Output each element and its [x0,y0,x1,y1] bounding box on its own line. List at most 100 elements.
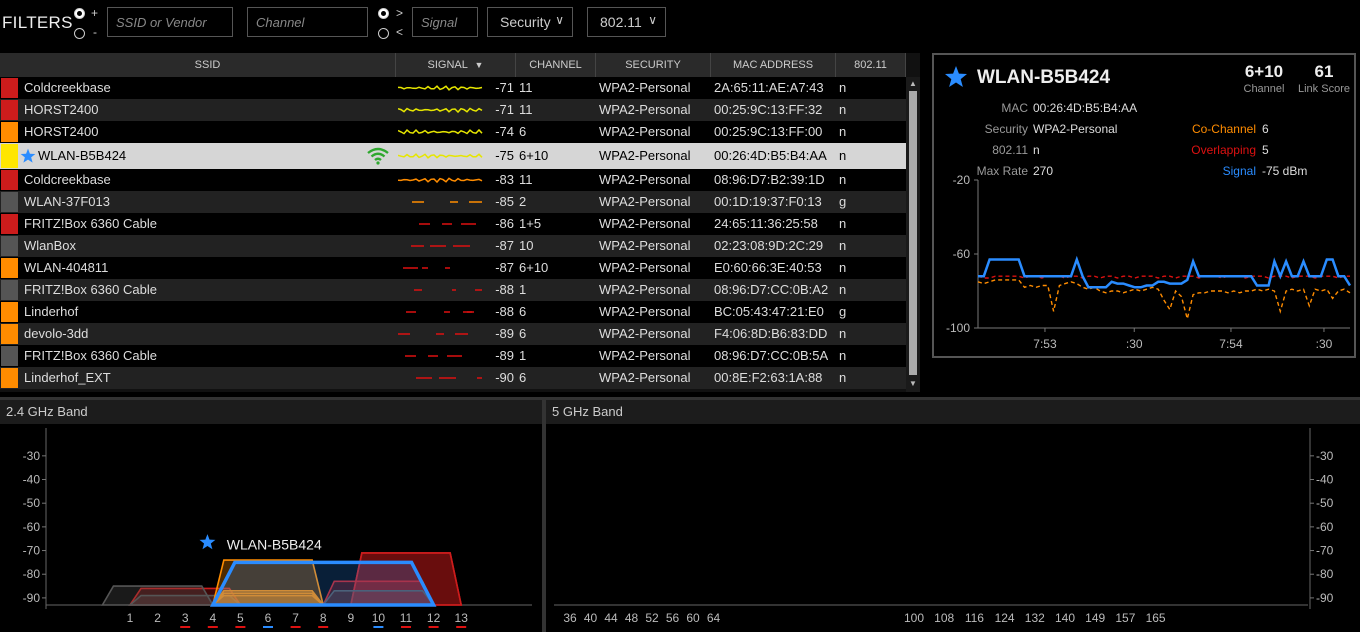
channel-tick-label: 124 [995,611,1015,625]
table-row[interactable]: WlanBox -87 10 WPA2-Personal 02:23:08:9D:2C:… [0,235,906,257]
mode-select-label: 802.11 [600,14,642,30]
mode-select[interactable]: 802.11 ∨ [587,7,666,37]
table-row[interactable]: devolo-3dd -89 6 WPA2-Personal F4:06:8D:B6:8… [0,323,906,345]
cell-channel: 10 [519,238,534,253]
cell-mac: 2A:65:11:AE:A7:43 [714,80,824,95]
cell-mode: n [839,80,847,95]
filter-exclude-radio[interactable] [74,28,85,39]
column-header-ssid[interactable]: SSID [20,53,396,77]
channel-tick-label: 3 [182,611,189,625]
y-tick-label: -80 [1316,567,1334,581]
detail-channel-value: 6+10 [1244,62,1284,81]
signal-sparkline [411,245,470,247]
table-row[interactable]: Coldcreekbase -71 11 WPA2-Personal 2A:65:11:… [0,77,906,99]
scroll-down-icon[interactable]: ▼ [908,379,918,388]
signal-less-radio[interactable] [378,28,389,39]
column-header-mac[interactable]: MAC ADDRESS [711,53,836,77]
channel-tick-label: 64 [707,611,721,625]
favorite-star-icon[interactable] [944,65,968,89]
channel-input[interactable]: Channel [247,7,368,37]
network-color-swatch [1,324,18,344]
channel-tick-label: 157 [1115,611,1135,625]
band-24-header: 2.4 GHz Band [0,400,542,424]
y-tick-label: -80 [23,567,41,581]
table-row[interactable]: WLAN-B5B424 -75 6+10 WPA2-Personal 00:26:4D:… [0,143,906,169]
cell-channel: 1 [519,348,527,363]
favorite-star-icon[interactable] [20,148,36,164]
cell-security: WPA2-Personal [599,194,691,209]
cell-security: WPA2-Personal [599,282,691,297]
table-row[interactable]: Coldcreekbase -83 11 WPA2-Personal 08:96:D7:… [0,169,906,191]
column-header-security[interactable]: SECURITY [596,53,711,77]
signal-sparkline [419,223,476,225]
table-row[interactable]: Linderhof_EXT -90 6 WPA2-Personal 00:8E:F2:6… [0,367,906,389]
column-header-signal[interactable]: SIGNAL ▼ [396,53,516,77]
series-line-co-channel [977,279,1351,319]
network-color-swatch [1,100,18,120]
security-select[interactable]: Security ∨ [487,7,573,37]
network-color-swatch [1,236,18,256]
network-color-swatch [1,214,18,234]
cell-mac: 02:23:08:9D:2C:29 [714,238,824,253]
ssid-vendor-input[interactable]: SSID or Vendor [107,7,233,37]
scrollbar-thumb[interactable] [909,91,917,375]
cell-security: WPA2-Personal [599,148,691,163]
chevron-down-icon: ∨ [648,13,657,27]
table-row[interactable]: Linderhof -88 6 WPA2-Personal BC:05:43:47:21… [0,301,906,323]
cell-security: WPA2-Personal [599,304,691,319]
cell-mac: F4:06:8D:B6:83:DD [714,326,828,341]
cell-channel: 11 [519,102,533,117]
y-tick-label: -60 [1316,520,1334,534]
y-tick-label: -70 [23,544,41,558]
y-tick-label: -100 [946,321,970,335]
column-header-mode[interactable]: 802.11 [836,53,906,77]
detail-mode-label: 802.11 [992,143,1028,157]
table-row[interactable]: FRITZ!Box 6360 Cable -86 1+5 WPA2-Personal 2… [0,213,906,235]
signal-history-chart: -20 -60 -100 7:53:30 7:54:30 [946,173,1352,351]
column-header-channel[interactable]: CHANNEL [516,53,596,77]
table-row[interactable]: HORST2400 -71 11 WPA2-Personal 00:25:9C:13:F… [0,99,906,121]
table-row[interactable]: WLAN-404811 -87 6+10 WPA2-Personal E0:60:66:… [0,257,906,279]
network-color-swatch [1,346,18,366]
signal-sparkline [405,355,462,357]
cell-security: WPA2-Personal [599,348,691,363]
channel-tick-label: 52 [645,611,659,625]
cell-channel: 6+10 [519,260,549,275]
cell-mode: n [839,260,847,275]
wifi-connected-icon [367,147,389,165]
network-band-label: WLAN-B5B424 [227,536,322,552]
table-row[interactable]: WLAN-37F013 -85 2 WPA2-Personal 00:1D:19:37:… [0,191,906,213]
network-band-shape[interactable] [209,560,437,607]
cell-channel: 6 [519,326,527,341]
cell-mac: E0:60:66:3E:40:53 [714,260,822,275]
table-scrollbar[interactable]: ▲ ▼ [906,77,920,392]
network-color-swatch [1,280,18,300]
detail-mac-value: 00:26:4D:B5:B4:AA [1033,101,1138,115]
channel-tick-label: 132 [1025,611,1045,625]
y-tick-label: -60 [953,247,971,261]
table-row[interactable]: FRITZ!Box 6360 Cable -88 1 WPA2-Personal 08:… [0,279,906,301]
cell-ssid: Linderhof [24,304,79,319]
channel-tick-label: 100 [904,611,924,625]
signal-greater-radio[interactable] [378,8,389,19]
signal-sparkline [398,177,483,184]
cell-channel: 11 [519,80,533,95]
y-tick-label: -90 [23,591,41,605]
cell-security: WPA2-Personal [599,238,691,253]
cell-ssid: HORST2400 [24,102,99,117]
detail-security-label: Security [984,122,1028,136]
cell-channel: 6 [519,124,527,139]
channel-tick-label: 44 [604,611,618,625]
column-header-signal-label: SIGNAL [427,59,468,71]
scroll-up-icon[interactable]: ▲ [908,79,918,88]
table-row[interactable]: FRITZ!Box 6360 Cable -89 1 WPA2-Personal 08:… [0,345,906,367]
cell-mac: 00:25:9C:13:FF:00 [714,124,823,139]
filter-include-radio[interactable] [74,8,85,19]
channel-tick-label: 7 [292,611,299,625]
signal-input[interactable]: Signal [412,7,478,37]
channel-tick-label: 60 [686,611,700,625]
cell-mode: n [839,216,847,231]
table-row[interactable]: HORST2400 -74 6 WPA2-Personal 00:25:9C:13:FF… [0,121,906,143]
network-band-shape[interactable] [101,585,215,606]
cell-security: WPA2-Personal [599,102,691,117]
